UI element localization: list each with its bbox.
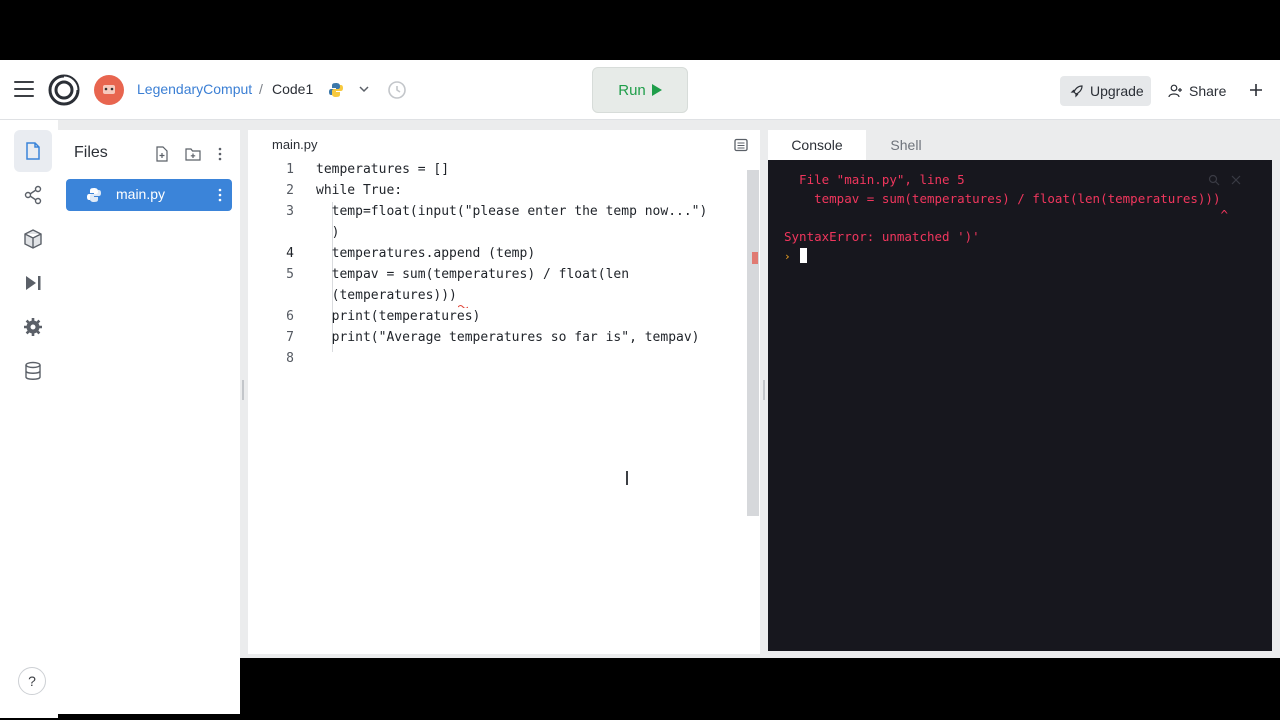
new-file-icon[interactable] — [154, 146, 170, 162]
play-icon — [651, 84, 662, 96]
avatar[interactable] — [94, 75, 124, 105]
console-caret[interactable] — [800, 248, 807, 263]
scrollbar-thumb[interactable] — [747, 170, 759, 516]
plus-icon[interactable] — [1246, 80, 1266, 100]
console-tabs: Console Shell — [768, 130, 1272, 160]
search-icon[interactable] — [1208, 174, 1220, 186]
console-error: SyntaxError: unmatched ')' — [784, 229, 980, 244]
tab-shell[interactable]: Shell — [866, 130, 946, 160]
help-button[interactable]: ? — [18, 667, 46, 695]
console-line: File "main.py", line 5 — [784, 172, 965, 187]
line-number: 3 — [286, 204, 294, 219]
line-number: 1 — [286, 162, 294, 177]
file-name: main.py — [116, 186, 166, 202]
files-title: Files — [74, 144, 108, 161]
upgrade-button[interactable]: Upgrade — [1060, 76, 1151, 106]
file-item-main-py[interactable]: main.py — [66, 179, 232, 211]
code-line-wrap: ) — [316, 225, 340, 240]
line-number-current: 4 — [286, 246, 294, 261]
code-line: temp=float(input("please enter the temp … — [316, 204, 708, 219]
new-folder-icon[interactable] — [185, 146, 201, 162]
console-output[interactable]: File "main.py", line 5 tempav = sum(temp… — [768, 160, 1272, 651]
error-squiggle — [458, 305, 468, 308]
rocket-icon — [1070, 85, 1083, 98]
replit-logo-icon[interactable] — [48, 74, 80, 106]
share-button[interactable]: Share — [1160, 76, 1230, 106]
packages-icon[interactable] — [22, 228, 44, 250]
files-resizer[interactable] — [242, 380, 244, 400]
error-marker[interactable] — [752, 252, 758, 264]
chevron-down-icon[interactable] — [357, 82, 371, 96]
settings-icon[interactable] — [22, 316, 44, 338]
console-line: ^ — [784, 207, 1229, 222]
database-icon[interactable] — [22, 360, 44, 382]
line-number: 5 — [286, 267, 294, 282]
code-line: while True: — [316, 183, 403, 198]
code-line-wrap: (temperatures))) — [316, 288, 457, 303]
editor-tab-main-py[interactable]: main.py — [272, 137, 318, 152]
python-icon — [87, 188, 101, 202]
file-more-icon[interactable] — [212, 187, 228, 203]
console-panel: Console Shell File "main.py", line 5 tem… — [768, 130, 1272, 654]
code-line: tempav = sum(temperatures) / float(len — [316, 267, 630, 282]
breadcrumb-user[interactable]: LegendaryComput — [137, 81, 252, 97]
console-resizer[interactable] — [763, 380, 765, 400]
line-number: 8 — [286, 351, 294, 366]
debugger-icon[interactable] — [22, 272, 44, 294]
code-line: temperatures = [] — [316, 162, 450, 177]
files-icon[interactable] — [22, 140, 44, 162]
code-line: temperatures.append (temp) — [316, 246, 536, 261]
menu-icon[interactable] — [14, 81, 34, 99]
left-rail: ? — [0, 120, 58, 718]
history-icon[interactable] — [386, 79, 408, 101]
python-icon — [329, 83, 343, 97]
breadcrumb-separator: / — [259, 81, 263, 97]
line-number: 7 — [286, 330, 294, 345]
console-line: tempav = sum(temperatures) / float(len(t… — [784, 191, 1221, 206]
user-plus-icon — [1168, 84, 1182, 98]
share-label: Share — [1189, 83, 1227, 99]
code-editor[interactable]: main.py 1 temperatures = [] 2 while True… — [248, 130, 760, 654]
clear-console-icon[interactable] — [1230, 174, 1242, 186]
git-icon[interactable] — [22, 184, 44, 206]
upgrade-label: Upgrade — [1090, 83, 1144, 99]
more-options-icon[interactable] — [212, 146, 228, 162]
code-line: print(temperatures) — [316, 309, 481, 324]
breadcrumb-repl-name[interactable]: Code1 — [272, 81, 313, 97]
text-cursor-icon — [626, 471, 628, 485]
prompt-icon: › — [784, 250, 791, 263]
run-label: Run — [618, 81, 646, 99]
tab-console[interactable]: Console — [768, 130, 866, 160]
code-line: print("Average temperatures so far is", … — [316, 330, 700, 345]
top-bar: LegendaryComput / Code1 Run Upgrade Shar… — [0, 60, 1280, 120]
code-area[interactable]: 1 temperatures = [] 2 while True: 3 temp… — [248, 160, 746, 654]
editor-scrollbar[interactable] — [746, 160, 760, 654]
editor-menu-icon[interactable] — [734, 138, 748, 152]
run-button[interactable]: Run — [592, 67, 688, 113]
line-number: 2 — [286, 183, 294, 198]
editor-tab-bar — [248, 130, 760, 160]
line-number: 6 — [286, 309, 294, 324]
files-panel: Files main.py — [58, 130, 240, 714]
